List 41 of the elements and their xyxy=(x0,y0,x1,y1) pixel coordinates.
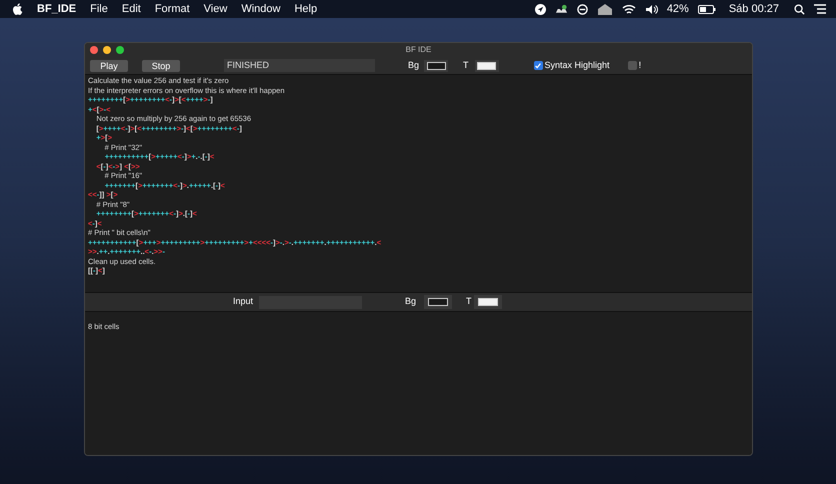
bg-label: Bg xyxy=(408,58,420,72)
checkbox[interactable] xyxy=(534,61,543,70)
wifi-icon[interactable] xyxy=(622,4,636,14)
menu-item[interactable]: Edit xyxy=(122,0,141,18)
toolbar-button[interactable]: Stop xyxy=(142,60,180,72)
apple-icon[interactable] xyxy=(12,3,23,15)
checkbox-label: Syntax Highlight xyxy=(544,58,610,72)
bg-label: Bg xyxy=(405,295,416,308)
text-color-label: T xyxy=(466,295,472,308)
toolbar-button[interactable]: Play xyxy=(90,60,128,72)
house-icon[interactable] xyxy=(596,3,613,15)
checkbox[interactable] xyxy=(628,61,637,70)
menu-item[interactable]: Format xyxy=(154,0,190,18)
color-swatch xyxy=(428,298,448,306)
bg-color-well[interactable] xyxy=(424,60,448,72)
navigation-icon[interactable] xyxy=(534,4,546,14)
menu-item[interactable]: View xyxy=(204,0,228,18)
bg-color-well[interactable] xyxy=(424,295,452,309)
color-swatch xyxy=(478,298,498,306)
window-title: BF IDE xyxy=(406,44,432,56)
text-color-well[interactable] xyxy=(474,295,502,309)
battery-percent: 42% xyxy=(666,2,689,17)
menu-item[interactable]: Window xyxy=(241,0,280,18)
checkbox-label: ! xyxy=(638,58,642,72)
zoom-button[interactable] xyxy=(116,46,124,54)
text-color-label: T xyxy=(463,58,469,72)
app-name[interactable]: BF_IDE xyxy=(37,0,76,18)
input-label: Input xyxy=(233,295,254,308)
color-swatch xyxy=(477,62,496,70)
speaker-icon[interactable] xyxy=(644,4,658,14)
menu-item[interactable]: File xyxy=(90,0,108,18)
battery-icon[interactable] xyxy=(698,4,716,14)
clock[interactable]: Sáb 00:27 xyxy=(728,0,779,18)
color-swatch xyxy=(426,62,446,70)
close-button[interactable] xyxy=(90,46,98,54)
menu-item[interactable]: Help xyxy=(294,0,318,18)
text-color-well[interactable] xyxy=(474,60,499,72)
minimize-button[interactable] xyxy=(103,46,111,54)
list-icon[interactable] xyxy=(814,4,826,14)
search-icon[interactable] xyxy=(794,4,805,14)
status-field: FINISHED xyxy=(224,59,375,72)
